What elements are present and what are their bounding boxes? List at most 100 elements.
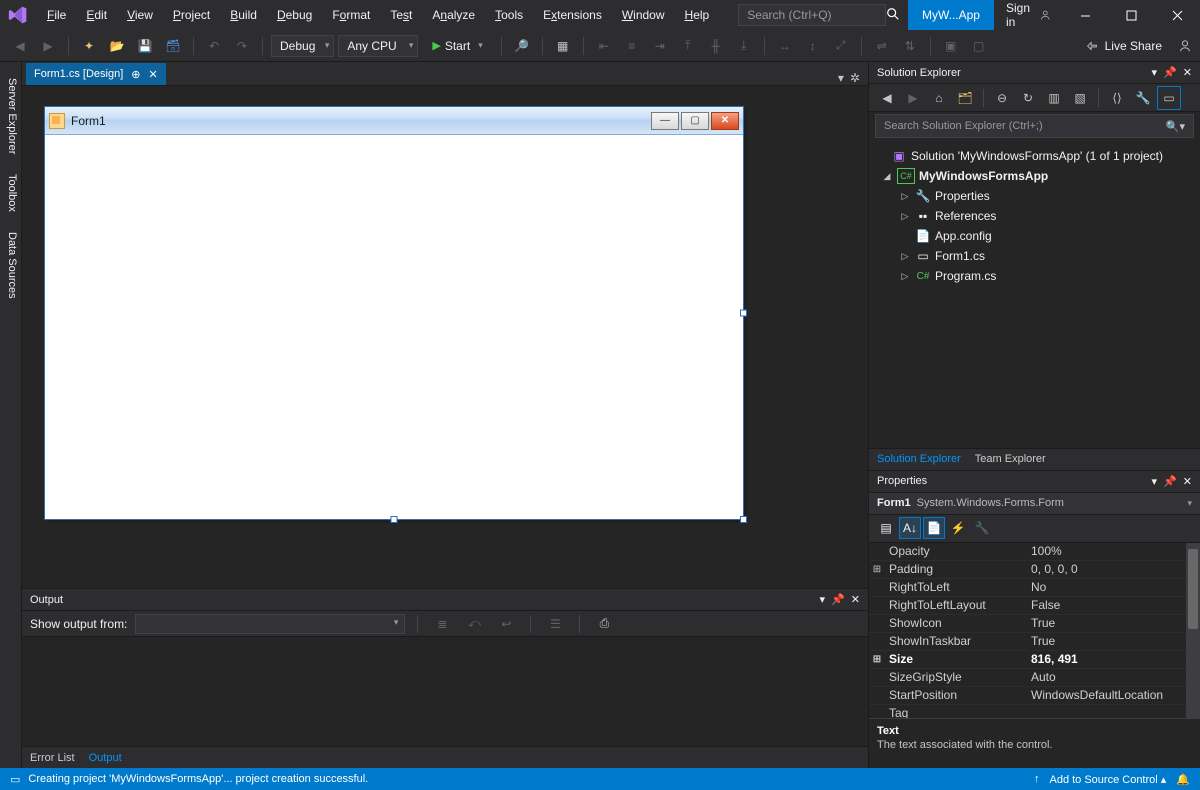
maximize-button[interactable] (1108, 0, 1154, 30)
se-pin-icon[interactable]: 📌 (1163, 66, 1177, 79)
output-body[interactable] (22, 637, 868, 746)
output-close-icon[interactable]: ✕ (851, 593, 860, 606)
align-center-icon[interactable]: ≡ (620, 34, 644, 58)
tree-references-node[interactable]: ▷ ▪▪ References (873, 206, 1196, 226)
tab-options-icon[interactable]: ✲ (850, 71, 860, 85)
properties-object-combo[interactable]: Form1 System.Windows.Forms.Form ▾ (869, 493, 1200, 515)
liveshare-button[interactable]: Live Share (1105, 39, 1162, 53)
form-designer-canvas[interactable]: Form1 — ▢ ✕ (22, 86, 868, 588)
menu-help[interactable]: Help (676, 4, 719, 26)
se-viewcode-icon[interactable]: ⟨⟩ (1105, 86, 1129, 110)
se-refresh-icon[interactable]: ↻ (1016, 86, 1040, 110)
nav-forward-button[interactable]: ▶ (36, 34, 60, 58)
menu-edit[interactable]: Edit (77, 4, 116, 26)
document-tab-form1[interactable]: Form1.cs [Design] ⊕ ✕ (26, 63, 166, 85)
menu-debug[interactable]: Debug (268, 4, 321, 26)
property-value[interactable]: 816, 491 (1025, 652, 1200, 666)
se-showall-icon[interactable]: ▥ (1042, 86, 1066, 110)
output-pin-icon[interactable]: 📌 (831, 593, 845, 606)
property-row[interactable]: ShowInTaskbarTrue (869, 633, 1200, 651)
team-explorer-tab[interactable]: Team Explorer (975, 453, 1046, 465)
size-height-icon[interactable]: ↕ (801, 34, 825, 58)
property-row[interactable]: StartPositionWindowsDefaultLocation (869, 687, 1200, 705)
menu-format[interactable]: Format (323, 4, 379, 26)
winform-minimize-button[interactable]: — (651, 112, 679, 130)
solution-explorer-tab[interactable]: Solution Explorer (877, 453, 961, 465)
menu-project[interactable]: Project (164, 4, 219, 26)
tree-solution-node[interactable]: ▣ Solution 'MyWindowsFormsApp' (1 of 1 p… (873, 146, 1196, 166)
se-sync-icon[interactable]: 🗂 (953, 86, 977, 110)
tree-appconfig-node[interactable]: 📄 App.config (873, 226, 1196, 246)
resize-handle-right[interactable] (740, 310, 747, 317)
property-value[interactable]: False (1025, 598, 1200, 612)
se-properties-icon[interactable]: 🔧 (1131, 86, 1155, 110)
redo-button[interactable]: ↷ (230, 34, 254, 58)
minimize-button[interactable] (1062, 0, 1108, 30)
align-right-icon[interactable]: ⇥ (648, 34, 672, 58)
resize-handle-bottom[interactable] (391, 516, 398, 523)
new-project-button[interactable]: ✦ (77, 34, 101, 58)
se-home-icon[interactable]: ⌂ (927, 86, 951, 110)
property-value[interactable]: WindowsDefaultLocation (1025, 688, 1200, 702)
menu-build[interactable]: Build (221, 4, 266, 26)
menu-view[interactable]: View (118, 4, 162, 26)
feedback-icon[interactable] (1178, 39, 1192, 53)
prop-messages-icon[interactable]: 🔧 (971, 517, 993, 539)
output-dropdown-icon[interactable]: ▾ (820, 593, 826, 606)
property-value[interactable]: 0, 0, 0, 0 (1025, 562, 1200, 576)
scrollbar[interactable] (1186, 543, 1200, 719)
solution-explorer-search[interactable]: Search Solution Explorer (Ctrl+;) 🔍▾ (875, 114, 1194, 138)
tree-project-node[interactable]: ◢ C# MyWindowsFormsApp (873, 166, 1196, 186)
notifications-icon[interactable]: 🔔 (1176, 773, 1190, 786)
menu-window[interactable]: Window (613, 4, 674, 26)
property-row[interactable]: SizeGripStyleAuto (869, 669, 1200, 687)
se-preview-icon[interactable]: ▭ (1157, 86, 1181, 110)
expand-icon[interactable]: ⊞ (869, 654, 885, 665)
se-close-icon[interactable]: ✕ (1183, 66, 1192, 79)
sign-in-button[interactable]: Sign in (994, 1, 1062, 29)
nav-back-button[interactable]: ◀ (8, 34, 32, 58)
add-source-control-button[interactable]: Add to Source Control ▴ (1049, 773, 1166, 786)
bring-front-icon[interactable]: ▣ (939, 34, 963, 58)
prop-categorized-icon[interactable]: ▤ (875, 517, 897, 539)
winform-close-button[interactable]: ✕ (711, 112, 739, 130)
property-value[interactable]: True (1025, 634, 1200, 648)
tree-properties-node[interactable]: ▷ 🔧 Properties (873, 186, 1196, 206)
property-row[interactable]: RightToLeftLayoutFalse (869, 597, 1200, 615)
close-tab-icon[interactable]: ✕ (148, 68, 157, 81)
property-row[interactable]: Tag (869, 705, 1200, 719)
data-sources-tab[interactable]: Data Sources (0, 222, 21, 309)
output-toggle-icon[interactable]: ⤺ (462, 612, 486, 636)
save-button[interactable]: 💾 (133, 34, 157, 58)
winform-maximize-button[interactable]: ▢ (681, 112, 709, 130)
toolbox-tab[interactable]: Toolbox (0, 164, 21, 222)
output-clear-icon[interactable]: ≣ (430, 612, 454, 636)
props-close-icon[interactable]: ✕ (1183, 475, 1192, 488)
property-value[interactable]: True (1025, 616, 1200, 630)
send-back-icon[interactable]: ▢ (967, 34, 991, 58)
props-dropdown-icon[interactable]: ▾ (1152, 475, 1158, 488)
close-button[interactable] (1154, 0, 1200, 30)
tab-dropdown-icon[interactable]: ▾ (838, 71, 844, 85)
property-row[interactable]: RightToLeftNo (869, 579, 1200, 597)
menu-test[interactable]: Test (381, 4, 421, 26)
property-value[interactable]: Auto (1025, 670, 1200, 684)
open-file-button[interactable]: 📂 (105, 34, 129, 58)
align-top-icon[interactable]: ⤒ (676, 34, 700, 58)
size-width-icon[interactable]: ↔ (773, 34, 797, 58)
quick-search-input[interactable]: Search (Ctrl+Q) (738, 4, 886, 26)
solution-platform-combo[interactable]: Any CPU (338, 35, 418, 57)
scrollbar-thumb[interactable] (1188, 549, 1198, 629)
pin-icon[interactable]: ⊕ (131, 68, 140, 81)
expand-icon[interactable]: ⊞ (869, 564, 885, 575)
output-list-icon[interactable]: ☰ (543, 612, 567, 636)
search-icon[interactable] (886, 7, 900, 24)
se-nest-icon[interactable]: ▧ (1068, 86, 1092, 110)
align-left-icon[interactable]: ⇤ (592, 34, 616, 58)
tree-program-node[interactable]: ▷ C# Program.cs (873, 266, 1196, 286)
size-both-icon[interactable]: ⤢ (829, 34, 853, 58)
se-back-icon[interactable]: ◀ (875, 86, 899, 110)
se-forward-icon[interactable]: ▶ (901, 86, 925, 110)
property-value[interactable]: 100% (1025, 544, 1200, 558)
property-value[interactable]: No (1025, 580, 1200, 594)
